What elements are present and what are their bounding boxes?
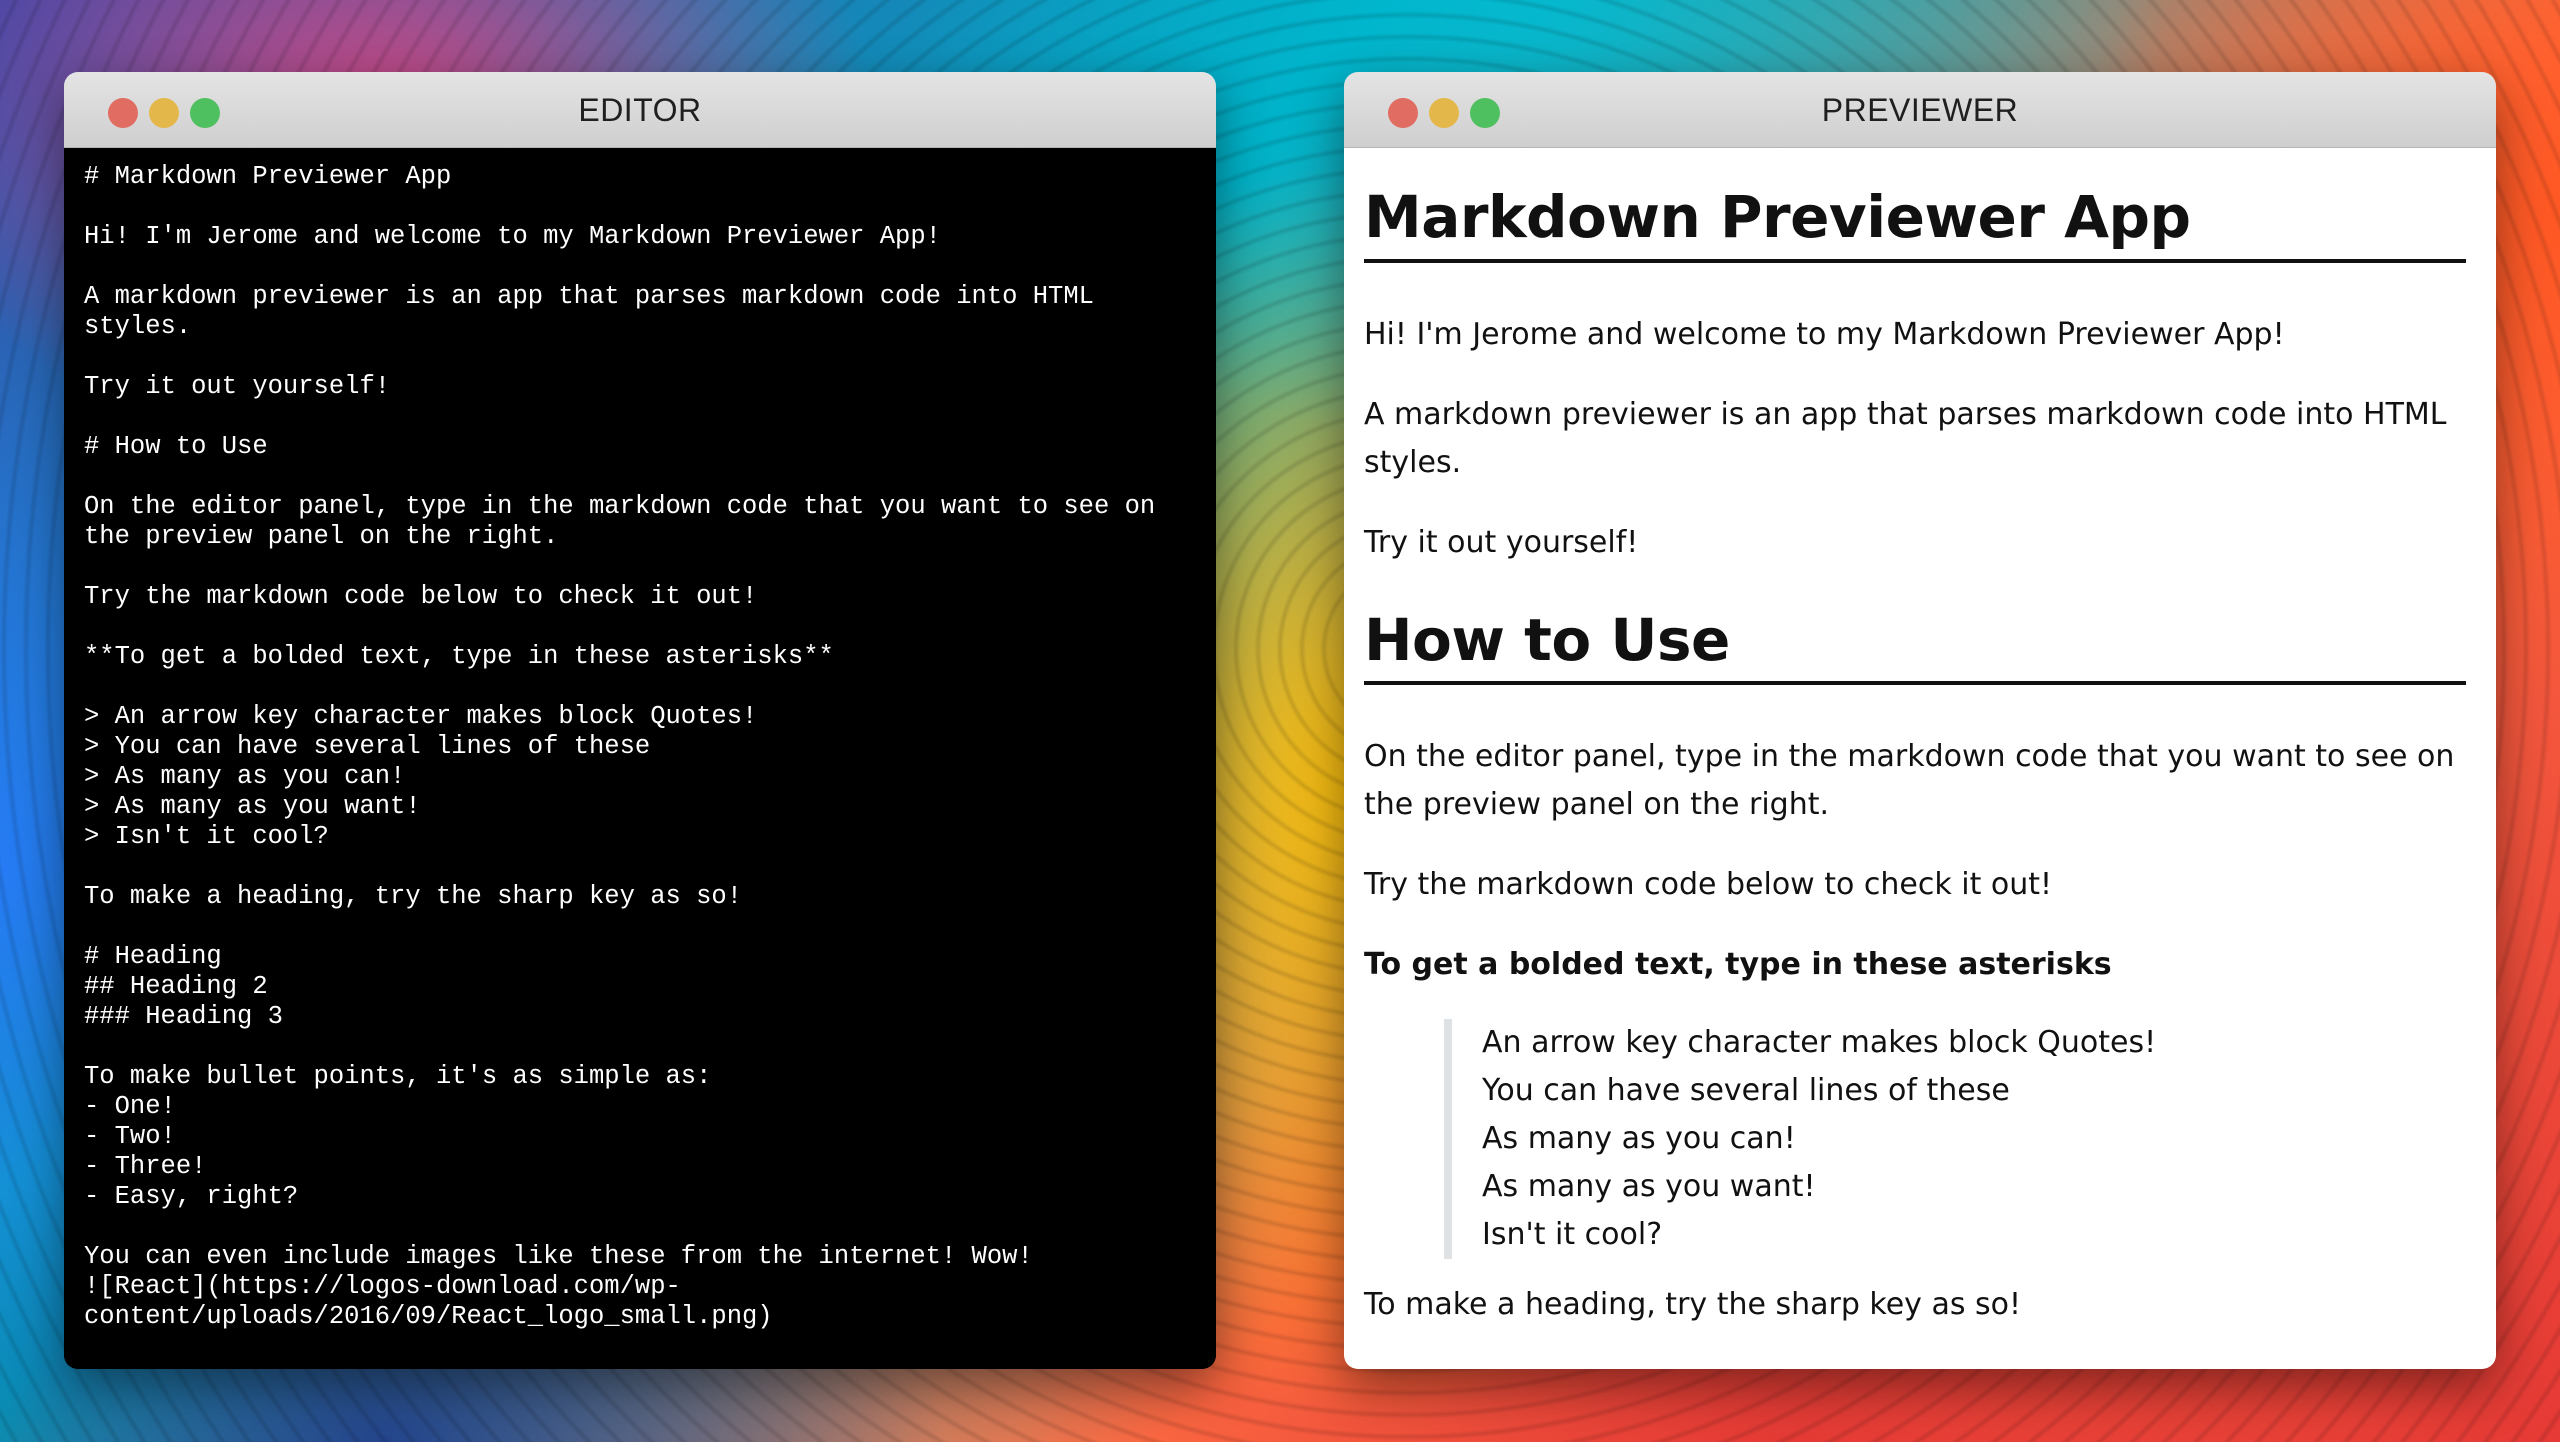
quote-line: You can have several lines of these — [1482, 1073, 2010, 1109]
editor-titlebar[interactable]: EDITOR — [64, 72, 1216, 148]
quote-line: As many as you want! — [1482, 1169, 1816, 1205]
preview-intro: Hi! I'm Jerome and welcome to my Markdow… — [1364, 316, 2285, 352]
preview-heading-1: Markdown Previewer App — [1364, 184, 2466, 263]
quote-line: An arrow key character makes block Quote… — [1482, 1025, 2157, 1061]
quote-line: As many as you can! — [1482, 1121, 1796, 1157]
markdown-editor-input[interactable]: # Markdown Previewer App Hi! I'm Jerome … — [64, 148, 1216, 1369]
preview-try-it: Try it out yourself! — [1364, 524, 1639, 560]
editor-panel: # Markdown Previewer App Hi! I'm Jerome … — [64, 148, 1216, 1369]
preview-bold-text: To get a bolded text, type in these aste… — [1364, 947, 2112, 983]
quote-line: Isn't it cool? — [1482, 1217, 1663, 1253]
preview-try-code: Try the markdown code below to check it … — [1364, 867, 2053, 903]
preview-blockquote: An arrow key character makes block Quote… — [1444, 1019, 2466, 1260]
previewer-window: PREVIEWER Markdown Previewer App Hi! I'm… — [1344, 72, 2496, 1369]
previewer-titlebar[interactable]: PREVIEWER — [1344, 72, 2496, 148]
preview-heading-tip: To make a heading, try the sharp key as … — [1364, 1287, 2022, 1323]
editor-window: EDITOR # Markdown Previewer App Hi! I'm … — [64, 72, 1216, 1369]
preview-heading-2: How to Use — [1364, 606, 2466, 686]
preview-instructions: On the editor panel, type in the markdow… — [1364, 739, 2455, 823]
preview-bold-paragraph: To get a bolded text, type in these aste… — [1364, 941, 2466, 989]
previewer-title: PREVIEWER — [1821, 92, 2019, 128]
preview-panel[interactable]: Markdown Previewer App Hi! I'm Jerome an… — [1344, 148, 2496, 1369]
editor-title: EDITOR — [578, 92, 702, 128]
preview-description: A markdown previewer is an app that pars… — [1364, 396, 2447, 480]
